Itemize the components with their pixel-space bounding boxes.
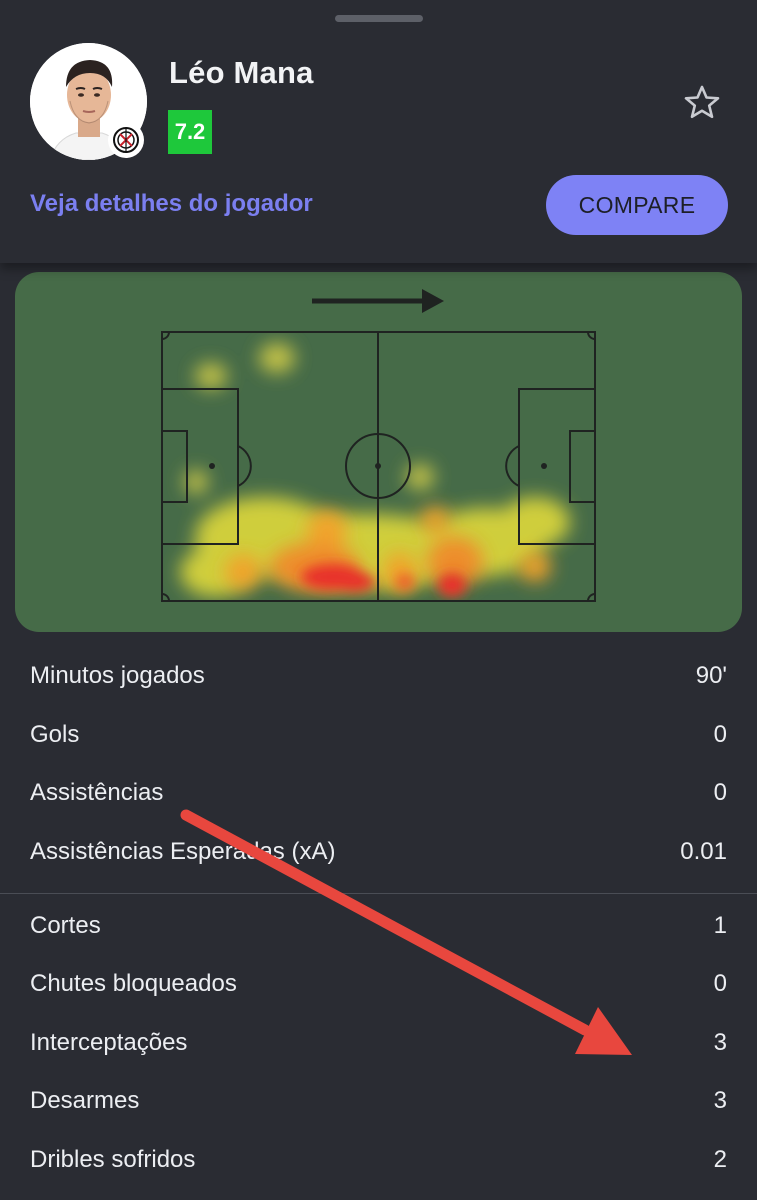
stat-value: 0.01 xyxy=(680,838,727,866)
stat-value: 3 xyxy=(713,1087,727,1115)
compare-button[interactable]: COMPARE xyxy=(546,175,728,235)
player-rating-badge: 7.2 xyxy=(168,110,212,154)
stat-row: Interceptações 3 xyxy=(0,1014,757,1073)
section-divider xyxy=(0,893,757,895)
stat-row: Minutos jogados 90' xyxy=(0,647,757,706)
stat-label: Gols xyxy=(30,720,80,748)
stat-label: Interceptações xyxy=(30,1028,188,1056)
stat-row: Desarmes 3 xyxy=(0,1072,757,1131)
stat-label: Dribles sofridos xyxy=(30,1146,196,1174)
stat-value: 0 xyxy=(713,779,727,807)
stat-label: Desarmes xyxy=(30,1087,140,1115)
stat-row: Dribles sofridos 2 xyxy=(0,1131,757,1190)
star-outline-icon[interactable] xyxy=(682,83,722,123)
stat-value: 2 xyxy=(713,1146,727,1174)
arrow-right-icon xyxy=(312,289,444,313)
stat-value: 90' xyxy=(695,662,727,690)
stat-label: Assistências xyxy=(30,779,164,807)
stat-row: Assistências Esperadas (xA) 0.01 xyxy=(0,823,757,882)
stat-label: Assistências Esperadas (xA) xyxy=(30,838,336,866)
club-crest-icon xyxy=(108,122,144,158)
drag-handle[interactable] xyxy=(335,15,423,22)
player-details-link[interactable]: Veja detalhes do jogador xyxy=(30,190,313,218)
stat-row: Assistências 0 xyxy=(0,764,757,823)
stat-label: Chutes bloqueados xyxy=(30,970,237,998)
stat-row: Chutes bloqueados 0 xyxy=(0,955,757,1014)
stat-value: 3 xyxy=(713,1028,727,1056)
stat-label: Cortes xyxy=(30,911,101,939)
stats-group-general: Minutos jogados 90' Gols 0 Assistências 0 Assi… xyxy=(0,647,757,881)
stat-value: 0 xyxy=(713,720,727,748)
heatmap-card xyxy=(15,272,742,632)
stat-label: Minutos jogados xyxy=(30,662,205,690)
heatmap-pitch xyxy=(161,289,596,602)
stats-group-defense: Cortes 1 Chutes bloqueados 0 Interceptações 3… xyxy=(0,896,757,1189)
stats-list: Minutos jogados 90' Gols 0 Assistências 0 Assi… xyxy=(0,647,757,1189)
stat-value: 0 xyxy=(713,970,727,998)
player-header: Léo Mana 7.2 Veja detalhes do jogador CO… xyxy=(0,0,757,263)
player-name: Léo Mana xyxy=(169,55,314,90)
stat-row: Cortes 1 xyxy=(0,896,757,955)
stat-value: 1 xyxy=(713,911,727,939)
stat-row: Gols 0 xyxy=(0,706,757,765)
